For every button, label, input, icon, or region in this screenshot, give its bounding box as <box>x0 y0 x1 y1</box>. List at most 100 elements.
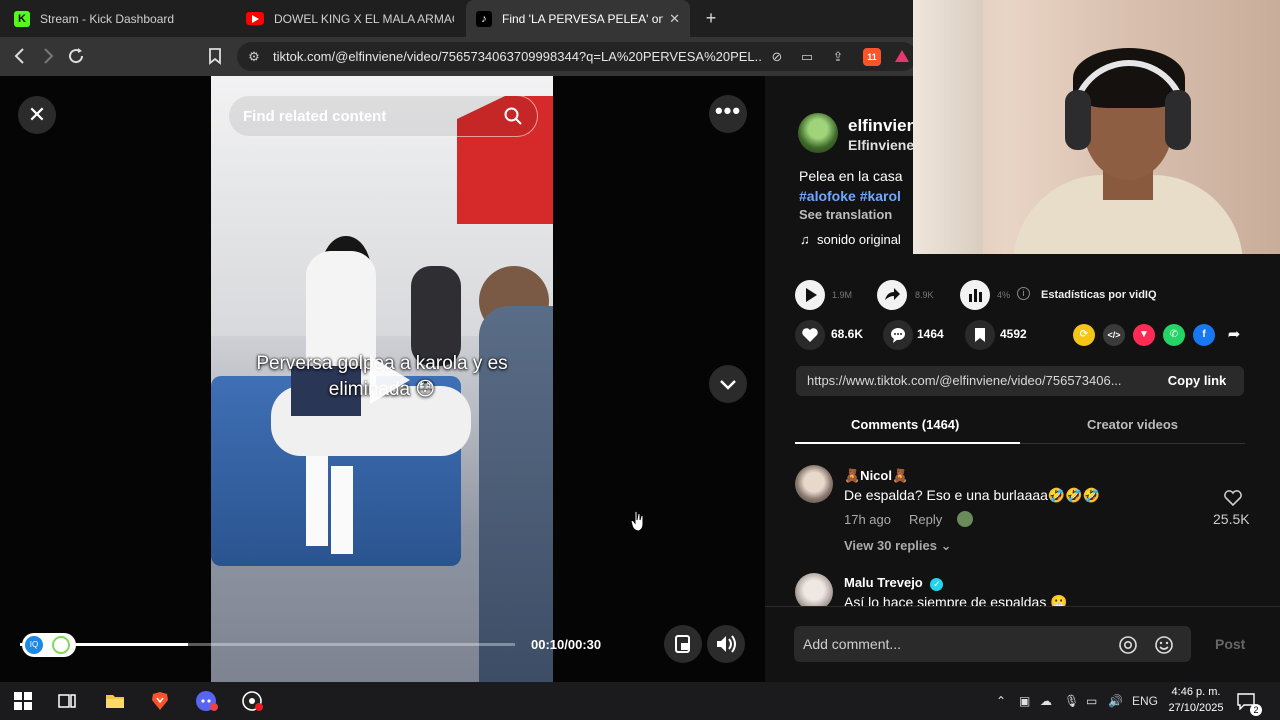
repost-icon[interactable]: ⟳ <box>1073 324 1095 346</box>
tab-title: Find 'LA PERVESA PELEA' on TikT <box>502 11 664 26</box>
more-share-icon[interactable]: ➦ <box>1223 324 1245 346</box>
save-button[interactable] <box>965 320 995 350</box>
clock-time[interactable]: 4:46 p. m. <box>1168 686 1224 698</box>
windows-taskbar: ⌃ ▣ ☁ 🎙 ▭ 🔊 ENG 4:46 p. m. 27/10/2025 2 <box>0 682 1280 720</box>
send-icon[interactable]: ▼ <box>1133 324 1155 346</box>
emoji-icon[interactable] <box>1154 635 1174 660</box>
tab-creator-videos[interactable]: Creator videos <box>1087 417 1178 432</box>
related-search-input[interactable]: Find related content <box>228 95 538 137</box>
vidiq-overlay-toggle[interactable]: IQ <box>22 633 76 657</box>
mention-icon[interactable] <box>1118 635 1138 660</box>
comment-time: 17h ago <box>844 512 891 527</box>
video-timecode: 00:10/00:30 <box>531 637 602 652</box>
windows-start-icon[interactable] <box>12 690 34 712</box>
brave-rewards-icon[interactable] <box>893 48 911 66</box>
video-link[interactable]: https://www.tiktok.com/@elfinviene/video… <box>807 373 1147 388</box>
sound-name: sonido original <box>816 232 901 247</box>
pip-button[interactable] <box>664 625 702 663</box>
tab-title: DOWEL KING X EL MALA ARMAGEDC <box>274 11 454 26</box>
commenter-name[interactable]: 🧸Nicol🧸 <box>844 468 908 484</box>
more-options-button[interactable]: ••• <box>709 95 747 133</box>
site-settings-icon[interactable]: ⚙ <box>245 48 263 66</box>
tiktok-icon: ♪ <box>476 10 492 27</box>
copy-link-button[interactable]: Copy link <box>1150 366 1244 396</box>
volume-button[interactable] <box>707 625 745 663</box>
new-tab-button[interactable]: + <box>700 6 722 30</box>
comment-like-button[interactable] <box>1223 489 1243 512</box>
reply-button[interactable]: Reply <box>909 512 942 527</box>
author-name[interactable]: elfinvien <box>848 116 917 136</box>
address-bar[interactable]: ⚙ tiktok.com/@elfinviene/video/756573406… <box>237 42 917 71</box>
task-view-icon[interactable] <box>56 690 78 712</box>
hashtag-links[interactable]: #alofoke #karol <box>799 188 901 204</box>
microphone-icon[interactable]: 🎙 <box>1064 694 1079 708</box>
comments-count: 1464 <box>917 327 944 341</box>
search-icon[interactable] <box>503 106 523 131</box>
video-description: Pelea en la casa <box>799 168 903 184</box>
like-button[interactable] <box>795 320 825 350</box>
info-icon[interactable]: i <box>1017 287 1030 300</box>
video-progress-bar[interactable] <box>20 643 515 646</box>
see-translation-link[interactable]: See translation <box>799 207 892 222</box>
music-note-icon: ♫ <box>800 232 810 247</box>
tab-kick-dashboard[interactable]: K Stream - Kick Dashboard <box>4 0 236 37</box>
picture-in-picture-icon <box>675 635 690 653</box>
view-replies-label: View 30 replies <box>844 538 937 553</box>
obs-icon[interactable] <box>241 690 263 712</box>
brave-browser-icon[interactable] <box>149 690 171 712</box>
commenter-avatar[interactable] <box>795 465 833 503</box>
brave-shield-icon[interactable]: 11 <box>863 48 881 66</box>
tab-youtube[interactable]: DOWEL KING X EL MALA ARMAGEDC <box>236 0 464 37</box>
chevron-up-icon[interactable]: ⌃ <box>996 694 1006 708</box>
engagement-row: 68.6K 1464 4592 ⟳ </> ▼ ✆ f ➦ <box>795 320 1255 350</box>
comment-like-count: 25.5K <box>1213 511 1250 527</box>
heart-outline-icon <box>1224 490 1242 507</box>
facebook-icon[interactable]: f <box>1193 324 1215 346</box>
plays-count: 1.9M <box>832 290 853 300</box>
tab-tiktok[interactable]: ♪ Find 'LA PERVESA PELEA' on TikT ✕ <box>466 0 690 37</box>
discord-icon[interactable] <box>195 690 218 712</box>
view-replies-button[interactable]: View 30 replies ⌄ <box>844 538 952 554</box>
network-icon[interactable]: ▭ <box>1086 694 1097 708</box>
volume-icon <box>717 635 736 653</box>
language-indicator[interactable]: ENG <box>1132 694 1158 708</box>
forward-button[interactable] <box>37 45 59 67</box>
video-link-box: https://www.tiktok.com/@elfinviene/video… <box>796 366 1244 396</box>
plays-stat <box>795 280 825 310</box>
speaker-icon[interactable]: 🔊 <box>1108 694 1123 708</box>
device-icon[interactable]: ▣ <box>1019 694 1030 708</box>
close-tab-icon[interactable]: ✕ <box>663 11 680 27</box>
author-avatar[interactable] <box>798 113 838 153</box>
comment-text: De espalda? Eso e una burlaaaa🤣🤣🤣 <box>844 487 1101 503</box>
post-comment-button[interactable]: Post <box>1215 636 1245 652</box>
play-icon[interactable] <box>356 350 416 410</box>
analytics-stat <box>960 280 990 310</box>
translate-off-icon[interactable]: ⊘ <box>768 48 786 66</box>
cast-icon[interactable]: ▭ <box>798 48 816 66</box>
whatsapp-icon[interactable]: ✆ <box>1163 324 1185 346</box>
play-icon <box>806 288 817 302</box>
next-video-button[interactable] <box>709 365 747 403</box>
share-icon[interactable]: ⇪ <box>829 48 847 66</box>
comment-input[interactable]: Add comment... <box>794 626 1191 662</box>
bookmark-icon[interactable] <box>204 45 226 67</box>
commenter-name[interactable]: Malu Trevejo ✓ <box>844 575 944 591</box>
clock-date[interactable]: 27/10/2025 <box>1162 702 1230 714</box>
search-placeholder: Find related content <box>243 108 387 125</box>
embed-icon[interactable]: </> <box>1103 324 1125 346</box>
close-video-button[interactable]: ✕ <box>18 96 56 134</box>
heart-icon <box>802 328 818 342</box>
author-handle: Elfinviene · <box>848 137 923 153</box>
comments-button[interactable] <box>883 320 913 350</box>
comment-icon <box>891 328 905 343</box>
sound-link[interactable]: ♫ sonido original <box>800 232 901 247</box>
verified-icon: ✓ <box>930 578 944 591</box>
cloud-icon[interactable]: ☁ <box>1040 694 1052 708</box>
saves-count: 4592 <box>1000 327 1027 341</box>
file-explorer-icon[interactable] <box>104 690 126 712</box>
reload-button[interactable] <box>65 45 87 67</box>
tab-comments[interactable]: Comments (1464) <box>851 417 959 432</box>
back-button[interactable] <box>9 45 31 67</box>
webcam-overlay <box>913 0 1280 254</box>
shares-count: 8.9K <box>915 290 934 300</box>
